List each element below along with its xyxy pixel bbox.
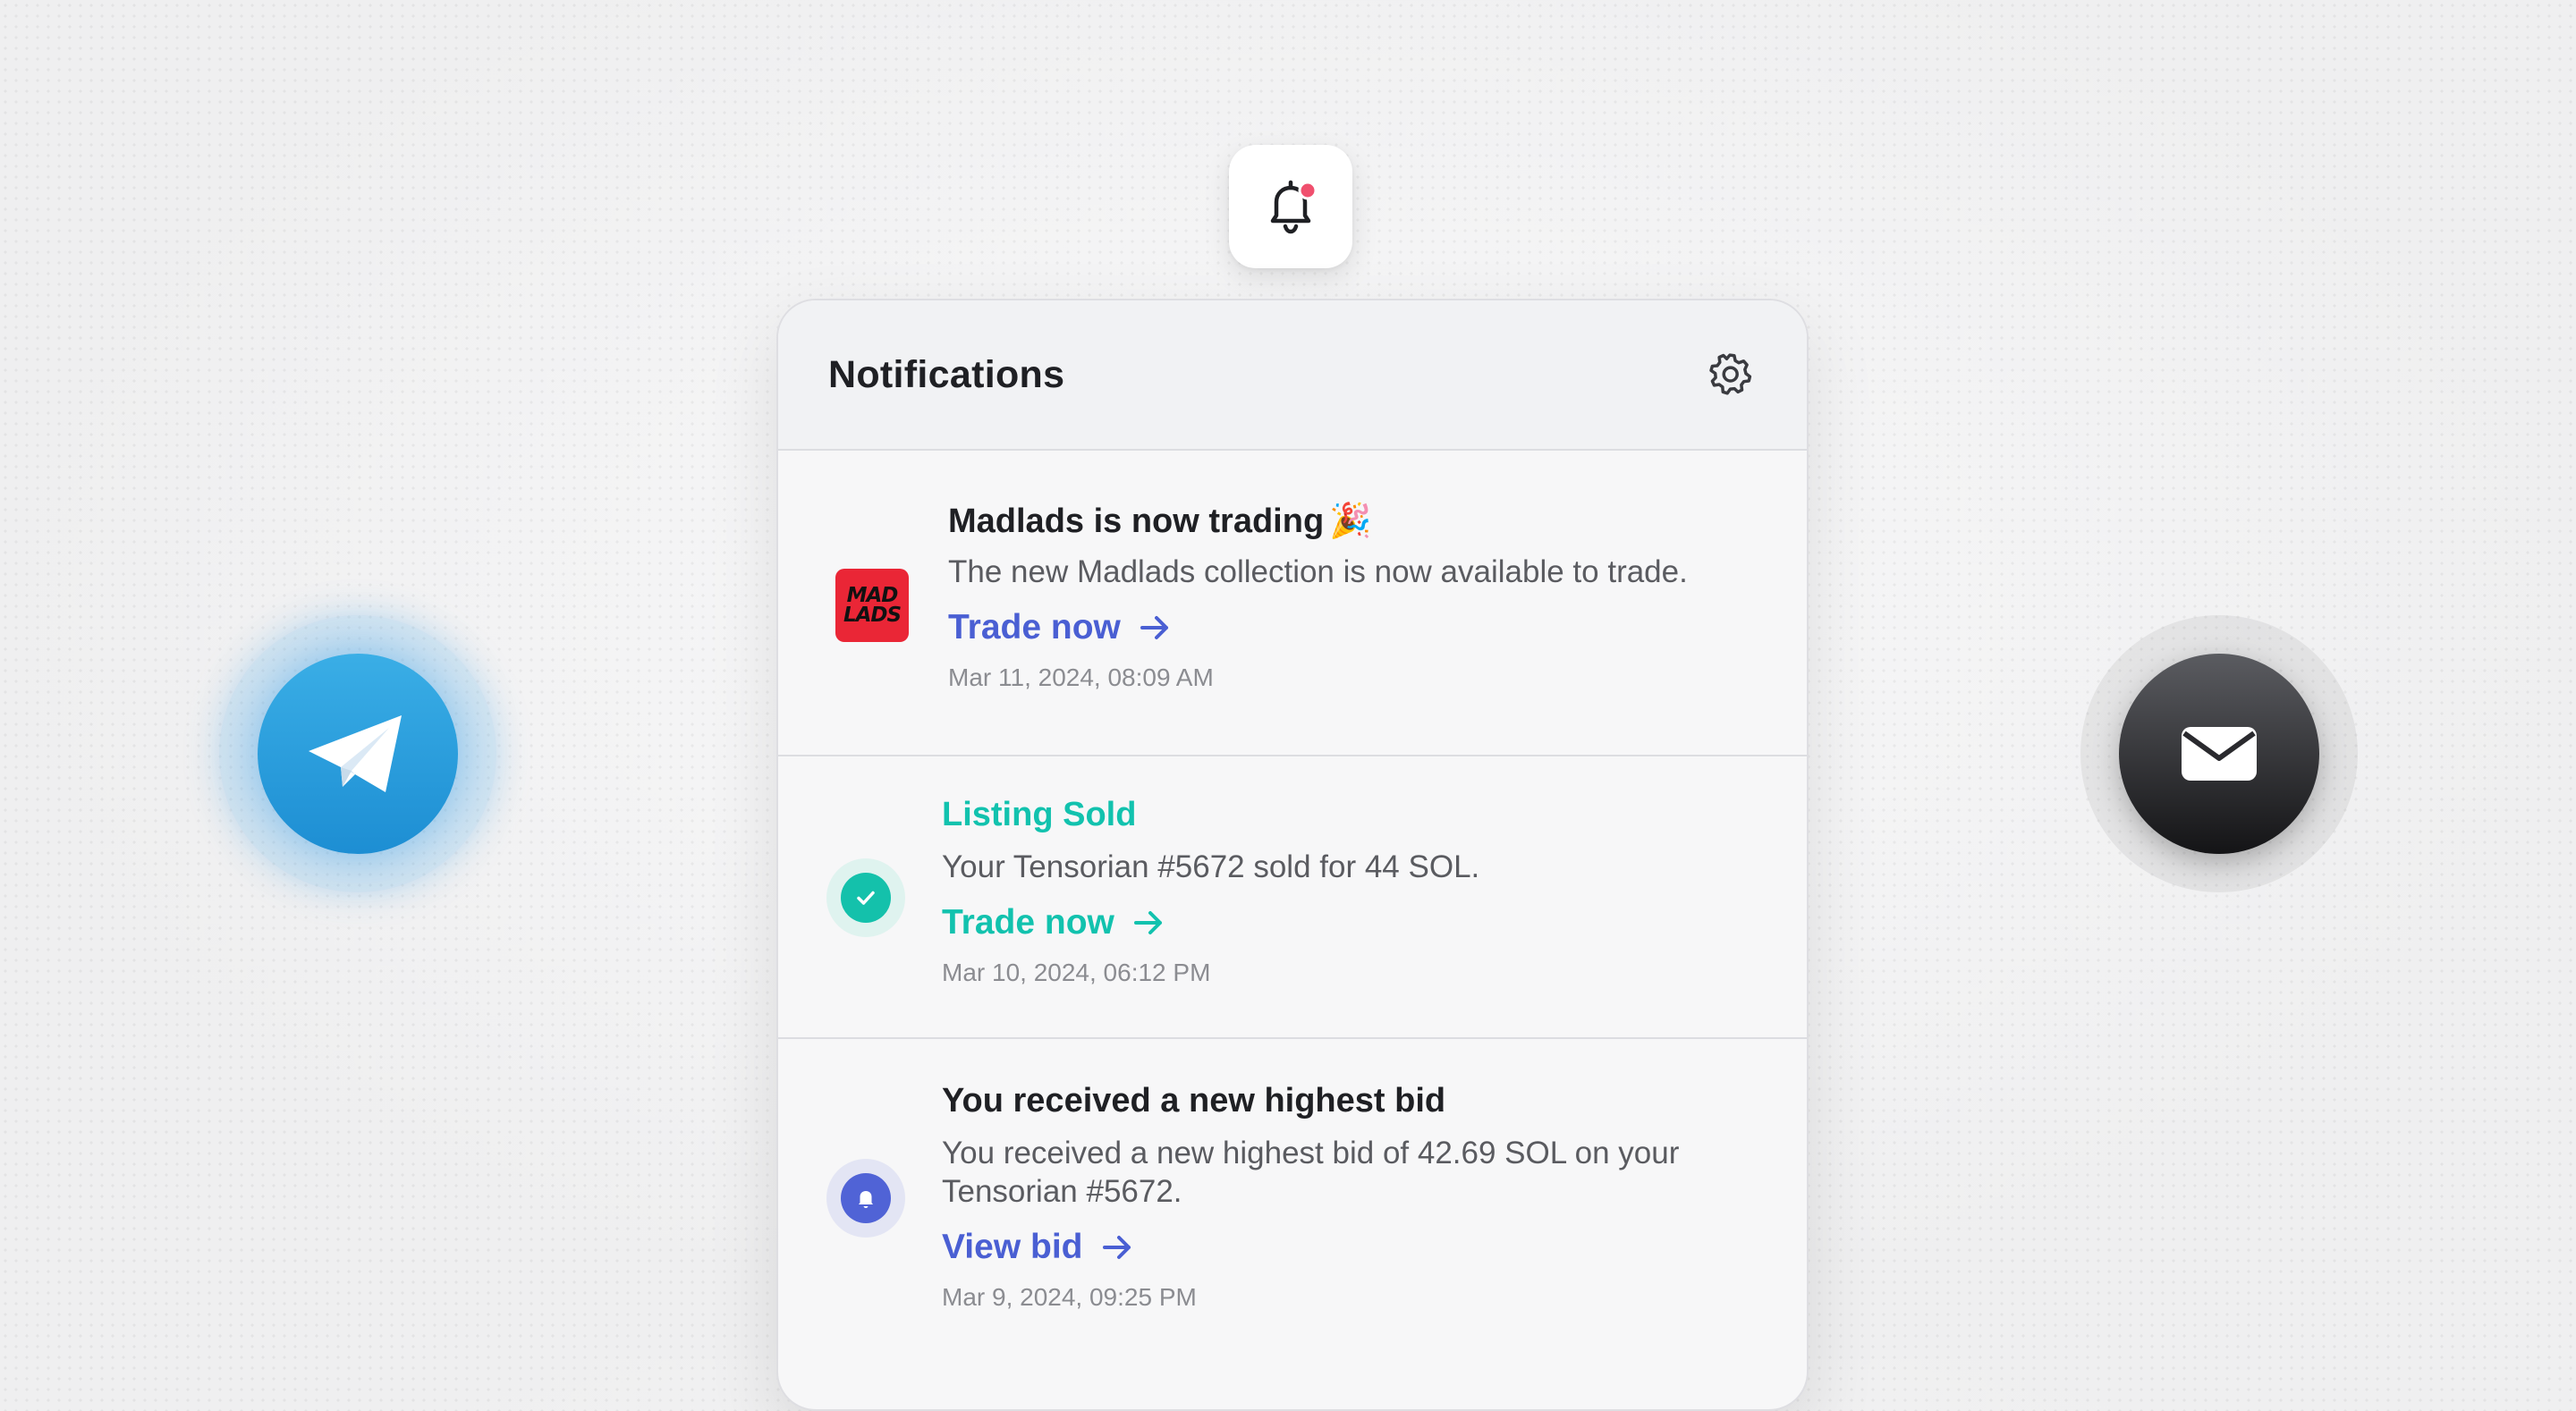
- notifications-panel: Notifications MAD LADS Madlads is now tr…: [776, 299, 1809, 1411]
- view-bid-link[interactable]: View bid: [942, 1227, 1135, 1268]
- telegram-channel-halo: [219, 615, 496, 892]
- panel-header: Notifications: [778, 300, 1807, 451]
- bell-icon: [859, 1191, 873, 1208]
- arrow-right-icon: [1140, 616, 1168, 639]
- notification-item[interactable]: Listing Sold Your Tensorian #5672 sold f…: [778, 756, 1807, 1039]
- gear-icon: [1709, 353, 1752, 395]
- arrow-right-icon: [1102, 1236, 1131, 1259]
- logo-text-line-1: MAD: [846, 584, 899, 607]
- notification-timestamp: Mar 10, 2024, 06:12 PM: [942, 959, 1211, 986]
- trade-now-link[interactable]: Trade now: [948, 607, 1173, 648]
- notification-title: You received a new highest bid: [942, 1082, 1446, 1120]
- notification-item[interactable]: MAD LADS Madlads is now trading 🎉 The new…: [778, 451, 1807, 756]
- notifications-bell-button[interactable]: [1229, 145, 1352, 268]
- notification-item[interactable]: You received a new highest bid You recei…: [778, 1039, 1807, 1361]
- telegram-icon: [309, 715, 402, 792]
- madlads-logo: MAD LADS: [835, 569, 909, 642]
- check-icon: [857, 891, 875, 905]
- success-badge: [826, 858, 905, 937]
- mail-icon: [2182, 727, 2257, 781]
- notification-title: Listing Sold: [942, 796, 1137, 833]
- notification-title: Madlads is now trading 🎉: [948, 503, 1372, 540]
- email-channel-halo: [2080, 615, 2358, 892]
- settings-button[interactable]: [1705, 350, 1755, 400]
- panel-title: Notifications: [828, 352, 1065, 396]
- notification-body: You received a new highest bid of 42.69 …: [942, 1136, 1680, 1209]
- notification-body: The new Madlads collection is now availa…: [948, 554, 1688, 589]
- notification-timestamp: Mar 11, 2024, 08:09 AM: [948, 663, 1214, 691]
- notification-timestamp: Mar 9, 2024, 09:25 PM: [942, 1283, 1197, 1311]
- unread-dot: [1298, 181, 1318, 200]
- party-emoji: 🎉: [1329, 503, 1372, 540]
- logo-text-line-2: LADS: [843, 604, 902, 627]
- telegram-channel-button[interactable]: [258, 654, 458, 854]
- bell-icon: [1270, 180, 1318, 234]
- trade-now-link[interactable]: Trade now: [942, 902, 1166, 943]
- bid-badge: [826, 1159, 905, 1238]
- email-channel-button[interactable]: [2119, 654, 2319, 854]
- arrow-right-icon: [1133, 911, 1162, 934]
- notification-body: Your Tensorian #5672 sold for 44 SOL.: [942, 849, 1480, 884]
